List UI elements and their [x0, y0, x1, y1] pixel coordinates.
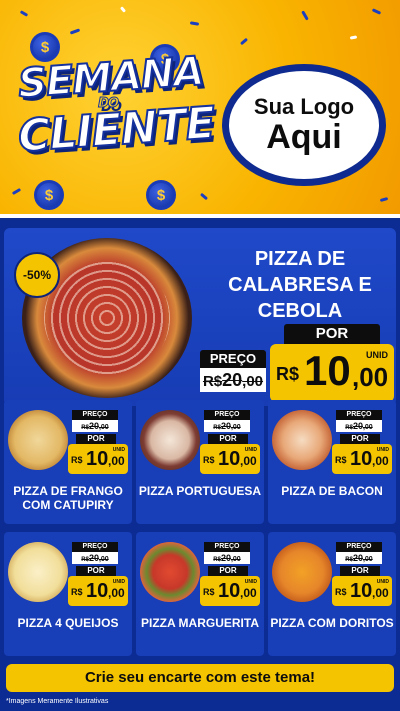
- price-unit: UNID: [376, 447, 389, 453]
- new-price-label: POR: [340, 566, 380, 576]
- old-price: R$20,00: [336, 552, 382, 564]
- new-price-label: POR: [76, 566, 116, 576]
- pizza-4-queijos-image: [8, 542, 68, 602]
- title-line-cliente: CLIENTE: [15, 97, 217, 164]
- discount-badge: -50%: [14, 252, 60, 298]
- old-price: R$20,00: [204, 420, 250, 432]
- confetti: [301, 10, 309, 21]
- new-price-label: POR: [76, 434, 116, 444]
- pizza-bacon-image: [272, 410, 332, 470]
- confetti: [371, 8, 382, 15]
- confetti: [69, 28, 81, 35]
- price-integer: 10: [350, 448, 373, 470]
- price-integer: 10: [218, 448, 241, 470]
- featured-offer-card: -50% PIZZA DE CALABRESA E CEBOLA PREÇO R…: [4, 228, 396, 406]
- confetti: [19, 10, 29, 17]
- price-integer: 10: [350, 580, 373, 602]
- old-price-label: PREÇO: [72, 410, 118, 420]
- price-currency: R$: [276, 364, 300, 384]
- price-currency: R$: [335, 455, 347, 465]
- old-price-label: PREÇO: [200, 350, 266, 368]
- new-price-label: POR: [284, 324, 380, 344]
- old-price: R$20,00: [204, 552, 250, 564]
- price-cents: ,00: [108, 454, 125, 468]
- new-price-label: POR: [208, 434, 248, 444]
- coin-icon: $: [34, 180, 64, 210]
- pizza-portuguesa-image: [140, 410, 200, 470]
- header-banner: $ $ $ $ SEMANA DO CLIENTE Sua Logo Aqui: [0, 0, 400, 218]
- old-price: R$20,00: [200, 368, 266, 392]
- old-price-label: PREÇO: [336, 410, 382, 420]
- price-integer: 10: [218, 580, 241, 602]
- confetti: [11, 187, 22, 196]
- new-price-label: POR: [208, 566, 248, 576]
- product-card-pizza-4-queijos: PREÇO R$20,00 POR R$ 10,00 UNID PIZZA 4 QUEIJO…: [4, 532, 132, 656]
- price-integer: 10: [304, 347, 351, 394]
- confetti: [349, 35, 358, 40]
- price-integer: 10: [86, 448, 109, 470]
- featured-product-name: PIZZA DE CALABRESA E CEBOLA: [228, 248, 372, 322]
- confetti: [199, 192, 209, 201]
- pizza-marguerita-image: [140, 542, 200, 602]
- price-cents: ,00: [372, 454, 389, 468]
- logo-text-line1: Sua Logo: [253, 93, 355, 119]
- product-name: PIZZA DE BACON: [281, 484, 383, 498]
- featured-price: R$ 10 ,00 UNID: [270, 344, 394, 402]
- price-unit: UNID: [112, 447, 125, 453]
- product-price: R$ 10,00 UNID: [68, 576, 128, 606]
- old-price: R$20,00: [72, 420, 118, 432]
- price-currency: R$: [203, 455, 215, 465]
- product-card-pizza-marguerita: PREÇO R$20,00 POR R$ 10,00 UNID PIZZA MARGUERI…: [136, 532, 264, 656]
- product-card-pizza-frango-catupiry: PREÇO R$20,00 POR R$ 10,00 UNID PIZZA DE FRANG…: [4, 400, 132, 524]
- price-cents: ,00: [240, 586, 257, 600]
- price-unit: UNID: [244, 447, 257, 453]
- product-price: R$ 10,00 UNID: [200, 576, 260, 606]
- old-price-label: PREÇO: [336, 542, 382, 552]
- product-card-pizza-portuguesa: PREÇO R$20,00 POR R$ 10,00 UNID PIZZA PORTUGUE…: [136, 400, 264, 524]
- product-card-pizza-bacon: PREÇO R$20,00 POR R$ 10,00 UNID PIZZA DE BACON: [268, 400, 396, 524]
- price-currency: R$: [203, 587, 215, 597]
- product-name: PIZZA MARGUERITA: [141, 616, 259, 630]
- price-currency: R$: [71, 587, 83, 597]
- price-cents: ,00: [352, 362, 389, 392]
- price-currency: R$: [71, 455, 83, 465]
- old-price: R$20,00: [336, 420, 382, 432]
- product-name: PIZZA DE FRANGO COM CATUPIRY: [13, 484, 123, 512]
- confetti: [189, 21, 200, 26]
- old-price-label: PREÇO: [204, 410, 250, 420]
- logo-placeholder: Sua Logo Aqui: [222, 64, 386, 186]
- confetti: [239, 37, 249, 46]
- product-name: PIZZA PORTUGUESA: [138, 484, 262, 498]
- old-price: R$20,00: [72, 552, 118, 564]
- old-price-label: PREÇO: [204, 542, 250, 552]
- price-cents: ,00: [240, 454, 257, 468]
- title-line-semana: SEMANA: [16, 47, 206, 108]
- price-integer: 10: [86, 580, 109, 602]
- price-unit: UNID: [244, 579, 257, 585]
- pizza-frango-catupiry-image: [8, 410, 68, 470]
- disclaimer-text: *Imagens Meramente Ilustrativas: [6, 698, 109, 705]
- create-flyer-button[interactable]: Crie seu encarte com este tema!: [6, 664, 394, 692]
- product-name: PIZZA 4 QUEIJOS: [17, 616, 119, 630]
- price-cents: ,00: [108, 586, 125, 600]
- product-price: R$ 10,00 UNID: [332, 576, 392, 606]
- product-card-pizza-doritos: PREÇO R$20,00 POR R$ 10,00 UNID PIZZA COM DORI…: [268, 532, 396, 656]
- product-name: PIZZA COM DORITOS: [270, 616, 394, 630]
- confetti: [119, 6, 127, 13]
- product-price: R$ 10,00 UNID: [200, 444, 260, 474]
- price-unit: UNID: [112, 579, 125, 585]
- logo-text-line2: Aqui: [266, 117, 342, 156]
- confetti: [379, 197, 389, 202]
- new-price-label: POR: [340, 434, 380, 444]
- product-price: R$ 10,00 UNID: [332, 444, 392, 474]
- price-currency: R$: [335, 587, 347, 597]
- old-price-label: PREÇO: [72, 542, 118, 552]
- event-title: SEMANA DO CLIENTE: [15, 47, 217, 163]
- product-price: R$ 10,00 UNID: [68, 444, 128, 474]
- price-unit: UNID: [376, 579, 389, 585]
- price-unit: UNID: [366, 350, 388, 360]
- price-cents: ,00: [372, 586, 389, 600]
- coin-icon: $: [146, 180, 176, 210]
- pizza-doritos-image: [272, 542, 332, 602]
